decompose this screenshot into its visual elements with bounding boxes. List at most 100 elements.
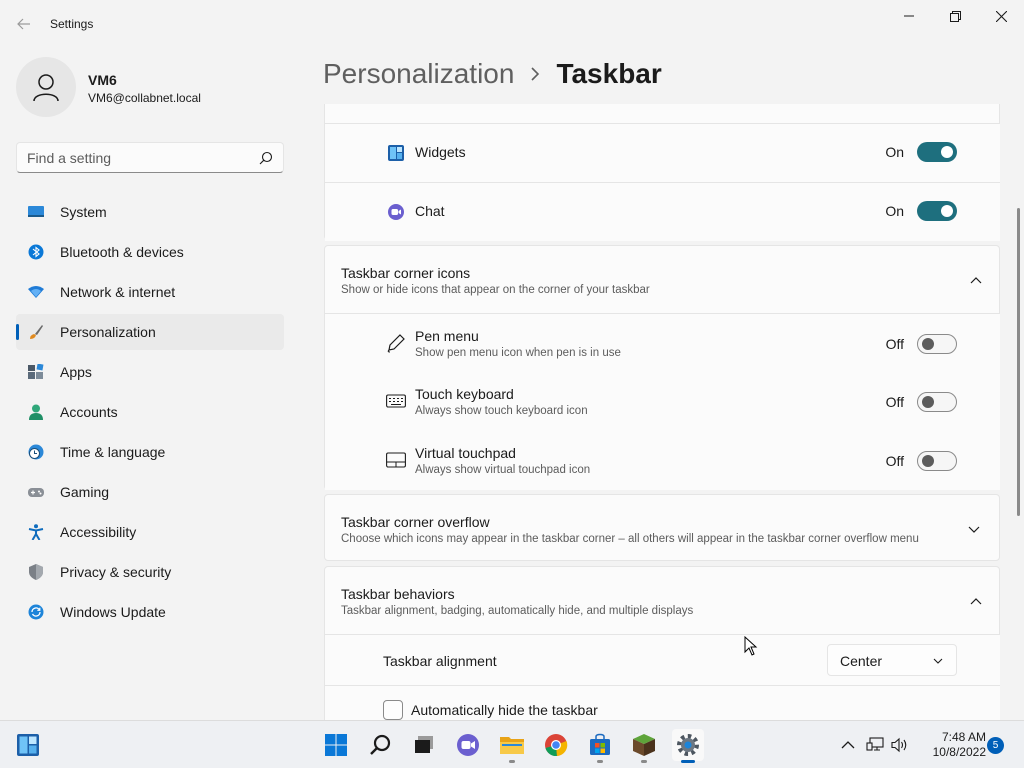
chrome-button[interactable] [540,729,572,761]
toggle-knob [922,455,934,467]
keyboard-icon [385,390,407,412]
sidebar-nav: System Bluetooth & devices Network & int… [16,194,284,634]
virtual-touchpad-toggle[interactable] [917,451,957,471]
close-button[interactable] [978,0,1024,32]
touch-keyboard-row[interactable]: Touch keyboard Always show touch keyboar… [325,372,1000,431]
sidebar-item-label: System [60,204,107,220]
task-view-icon [415,736,433,753]
sidebar-item-privacy[interactable]: Privacy & security [16,554,284,590]
minimize-button[interactable] [886,0,932,32]
sidebar-item-windows-update[interactable]: Windows Update [16,594,284,630]
chevron-up-icon[interactable] [969,273,983,287]
autohide-checkbox[interactable] [383,700,403,720]
touch-keyboard-state: Off [885,394,904,410]
speaker-icon [891,737,907,753]
chat-button[interactable] [452,729,484,761]
autohide-label: Automatically hide the taskbar [411,702,598,718]
active-indicator [681,760,695,763]
task-view-button[interactable] [408,729,440,761]
back-arrow-icon [17,18,30,30]
sidebar-item-label: Accessibility [60,524,137,540]
network-tray-button[interactable] [865,735,885,755]
sidebar-item-label: Network & internet [60,284,176,300]
sidebar-item-time-language[interactable]: Time & language [16,434,284,470]
sidebar-item-label: Personalization [60,324,156,340]
sidebar-item-label: Gaming [60,484,110,500]
virtual-touchpad-state: Off [885,453,904,469]
sidebar-item-apps[interactable]: Apps [16,354,284,390]
autohide-row[interactable]: Automatically hide the taskbar [325,685,1000,720]
settings-taskbar-button[interactable] [672,729,704,763]
show-hidden-icons-button[interactable] [838,735,858,755]
widgets-button[interactable] [12,729,44,761]
windows-taskbar: 7:48 AM 10/8/2022 5 [0,720,1024,768]
clock-time: 7:48 AM [941,730,986,744]
alignment-dropdown[interactable]: Center [827,644,957,676]
monitor-icon [28,206,44,217]
sidebar-item-label: Windows Update [60,604,166,620]
touch-keyboard-toggle[interactable] [917,392,957,412]
chevron-down-icon[interactable] [967,522,981,536]
sidebar-item-label: Privacy & security [60,564,172,580]
running-indicator [509,760,515,763]
restore-button[interactable] [932,0,978,32]
alignment-value: Center [840,653,883,669]
search-button[interactable] [364,729,396,761]
corner-overflow-title: Taskbar corner overflow [341,514,490,530]
scrollbar-thumb[interactable] [1017,208,1020,516]
start-button[interactable] [320,729,352,761]
breadcrumb-parent[interactable]: Personalization [323,58,514,90]
notification-badge[interactable]: 5 [987,737,1004,754]
sidebar-item-personalization[interactable]: Personalization [16,314,284,350]
virtual-touchpad-row[interactable]: Virtual touchpad Always show virtual tou… [325,431,1000,490]
chat-label: Chat [415,203,445,219]
store-button[interactable] [584,729,616,763]
accessibility-icon [28,524,44,540]
chevron-up-icon[interactable] [969,594,983,608]
brush-icon [30,325,43,339]
minecraft-button[interactable] [628,729,660,763]
chevron-right-icon [531,67,540,81]
toggle-knob [941,146,953,158]
sidebar-item-accessibility[interactable]: Accessibility [16,514,284,550]
sidebar-item-gaming[interactable]: Gaming [16,474,284,510]
widgets-state: On [885,144,904,160]
widgets-row[interactable]: Widgets On [325,123,1000,182]
close-icon [995,10,1007,22]
sidebar-item-accounts[interactable]: Accounts [16,394,284,430]
widgets-toggle[interactable] [917,142,957,162]
breadcrumb: Personalization Taskbar [323,58,662,90]
chat-row[interactable]: Chat On [325,182,1000,241]
corner-icons-header[interactable]: Taskbar corner icons Show or hide icons … [325,246,1000,313]
behaviors-title: Taskbar behaviors [341,586,455,602]
search-icon[interactable] [259,151,273,165]
corner-icons-card: Taskbar corner icons Show or hide icons … [324,245,1000,490]
pen-menu-description: Show pen menu icon when pen is in use [415,347,621,359]
store-icon [590,733,610,755]
sidebar-item-bluetooth[interactable]: Bluetooth & devices [16,234,284,270]
person-icon [33,74,59,102]
app-title: Settings [50,17,94,31]
chevron-up-icon [841,741,855,749]
back-button[interactable] [10,12,38,36]
behaviors-header[interactable]: Taskbar behaviors Taskbar alignment, bad… [325,567,1000,634]
corner-overflow-card[interactable]: Taskbar corner overflow Choose which ico… [324,494,1000,561]
search-input[interactable] [27,150,247,166]
chat-toggle[interactable] [917,201,957,221]
file-explorer-button[interactable] [496,729,528,763]
sidebar-item-label: Time & language [60,444,166,460]
sidebar-item-network[interactable]: Network & internet [16,274,284,310]
settings-content: Widgets On Chat On Taskbar corner icons … [324,104,1000,720]
avatar[interactable] [16,57,76,117]
taskbar-clock[interactable]: 7:48 AM 10/8/2022 [916,730,986,760]
volume-tray-button[interactable] [890,735,910,755]
chat-state: On [885,203,904,219]
touch-keyboard-description: Always show touch keyboard icon [415,405,588,417]
corner-overflow-subtitle: Choose which icons may appear in the tas… [341,533,919,545]
pen-menu-row[interactable]: Pen menu Show pen menu icon when pen is … [325,313,1000,372]
pen-menu-toggle[interactable] [917,334,957,354]
toggle-knob [922,338,934,350]
globe-clock-icon [28,444,44,460]
search-box[interactable] [16,142,284,173]
sidebar-item-system[interactable]: System [16,194,284,230]
